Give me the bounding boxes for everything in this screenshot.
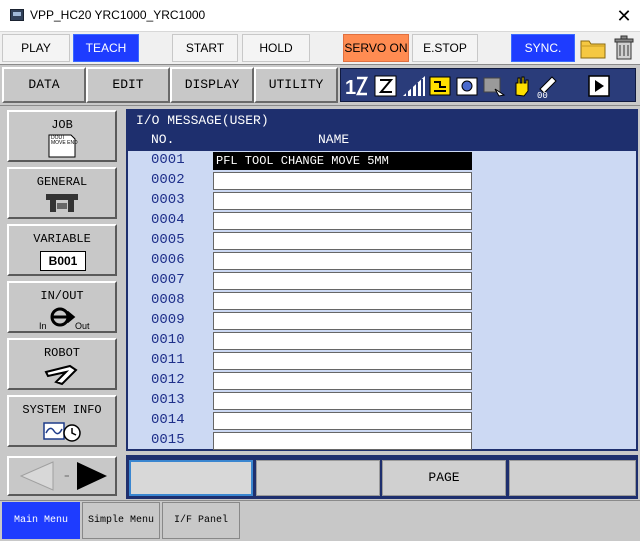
message-name-field[interactable] [213, 392, 472, 410]
teach-mode-icon [456, 77, 478, 96]
svg-text:1: 1 [345, 77, 356, 99]
svg-text:00: 00 [537, 91, 548, 99]
system-info-icon [43, 422, 81, 442]
row-number: 0001 [151, 152, 185, 168]
close-icon[interactable]: ✕ [612, 4, 636, 28]
row-number: 0015 [151, 432, 185, 448]
start-button[interactable]: START [172, 34, 238, 62]
sync-button[interactable]: SYNC. [511, 34, 575, 62]
message-name-field[interactable] [213, 432, 472, 450]
row-number: 0005 [151, 232, 185, 248]
variable-menu-button[interactable]: VARIABLE B001 [7, 224, 117, 276]
job-label: JOB [51, 118, 73, 132]
function-key-4[interactable] [509, 460, 636, 496]
status-icon-strip: 1 00 [340, 68, 636, 102]
function-key-2[interactable] [256, 460, 380, 496]
out-label: Out [75, 321, 90, 331]
servo-on-button[interactable]: SERVO ON [343, 34, 409, 62]
in-label: In [39, 321, 47, 331]
menu-utility[interactable]: UTILITY [254, 67, 338, 103]
robot-arm-icon [44, 364, 78, 386]
inout-menu-button[interactable]: IN/OUT In Out [7, 281, 117, 333]
system-info-menu-button[interactable]: SYSTEM INFO [7, 395, 117, 447]
row-number: 0007 [151, 272, 185, 288]
row-number: 0013 [151, 392, 185, 408]
row-number: 0012 [151, 372, 185, 388]
inout-label: IN/OUT [40, 289, 84, 303]
message-name-field[interactable] [213, 372, 472, 390]
variable-label: VARIABLE [33, 232, 91, 246]
message-name-field[interactable] [213, 192, 472, 210]
tab-if-panel[interactable]: I/F Panel [162, 502, 240, 539]
row-number: 0006 [151, 252, 185, 268]
tool-icon: 00 [537, 76, 557, 99]
play-button[interactable]: PLAY [2, 34, 70, 62]
menu-page-arrows [7, 456, 117, 496]
general-gripper-icon [46, 194, 78, 212]
message-name-field[interactable] [213, 292, 472, 310]
message-name-field[interactable]: PFL TOOL CHANGE MOVE 5MM [213, 152, 472, 170]
row-number: 0003 [151, 192, 185, 208]
message-name-field[interactable] [213, 272, 472, 290]
function-key-1[interactable] [129, 460, 253, 496]
message-name-field[interactable] [213, 212, 472, 230]
column-header-no: NO. [151, 132, 175, 147]
tab-simple-menu[interactable]: Simple Menu [82, 502, 160, 539]
row-number: 0009 [151, 312, 185, 328]
message-name-field[interactable] [213, 312, 472, 330]
general-label: GENERAL [36, 175, 88, 189]
column-header-name: NAME [318, 132, 350, 147]
page-forward-icon[interactable] [586, 73, 612, 99]
row-number: 0011 [151, 352, 185, 368]
teach-button[interactable]: TEACH [73, 34, 139, 62]
folder-icon[interactable] [579, 35, 607, 61]
job-menu-button[interactable]: JOB DOUT MOVE END [7, 110, 117, 162]
trash-icon[interactable] [611, 35, 637, 61]
edit-lock-icon [483, 77, 506, 97]
row-number: 0010 [151, 332, 185, 348]
coordinate-icon [374, 75, 397, 97]
message-name-field[interactable] [213, 252, 472, 270]
security-mode-icon [429, 76, 451, 96]
message-name-field[interactable] [213, 412, 472, 430]
app-icon [10, 9, 24, 21]
next-page-icon[interactable] [63, 460, 111, 492]
hand-icon [515, 76, 529, 97]
row-number: 0014 [151, 412, 185, 428]
page-button[interactable]: PAGE [382, 460, 506, 496]
job-icon-text: DOUT MOVE END [51, 135, 78, 146]
message-name-field[interactable] [213, 332, 472, 350]
system-info-label: SYSTEM INFO [22, 403, 102, 417]
menu-display[interactable]: DISPLAY [170, 67, 254, 103]
message-name-field[interactable] [213, 232, 472, 250]
row-number: 0004 [151, 212, 185, 228]
robot-menu-button[interactable]: ROBOT [7, 338, 117, 390]
message-name-field[interactable] [213, 172, 472, 190]
estop-button[interactable]: E.STOP [412, 34, 478, 62]
row-number: 0002 [151, 172, 185, 188]
message-name-field[interactable] [213, 352, 472, 370]
tab-main-menu[interactable]: Main Menu [2, 502, 80, 539]
variable-b001-icon: B001 [40, 251, 86, 271]
window-title: VPP_HC20 YRC1000_YRC1000 [30, 8, 206, 22]
page-title: I/O MESSAGE(USER) [136, 113, 269, 128]
io-message-header: I/O MESSAGE(USER) NO. NAME [128, 111, 636, 151]
row-number: 0008 [151, 292, 185, 308]
speed-icon [403, 76, 425, 96]
prev-page-icon[interactable] [13, 460, 61, 492]
robot-label: ROBOT [43, 346, 80, 360]
menu-edit[interactable]: EDIT [86, 67, 170, 103]
menu-data[interactable]: DATA [2, 67, 86, 103]
general-menu-button[interactable]: GENERAL [7, 167, 117, 219]
axis-1-7-icon: 1 [345, 76, 369, 99]
hold-button[interactable]: HOLD [242, 34, 310, 62]
